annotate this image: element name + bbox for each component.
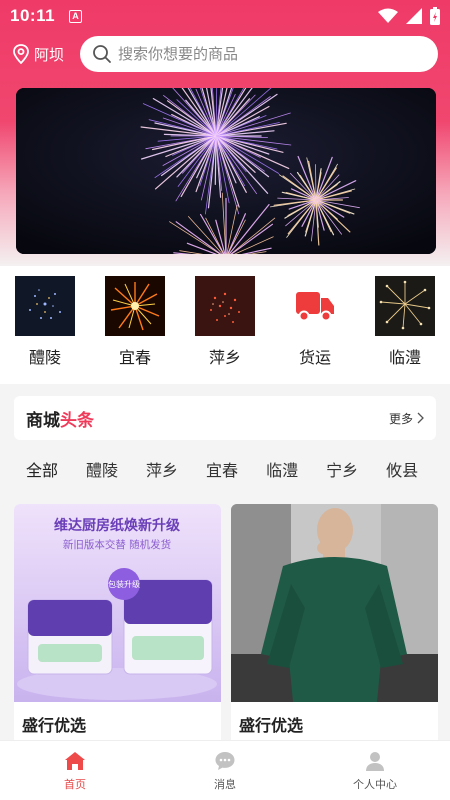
tab-all[interactable]: 全部 (26, 457, 58, 485)
location-label: 阿坝 (34, 45, 65, 64)
category-label: 货运 (298, 348, 331, 367)
category-item-linli[interactable]: 临澧 (375, 276, 435, 384)
headline-title: 商城头条 (26, 406, 94, 431)
tab-liling[interactable]: 醴陵 (86, 457, 118, 485)
nav-label: 消息 (214, 777, 236, 791)
product-image-heading: 维达厨房纸焕新升级 (54, 517, 181, 534)
category-item-pingxiang[interactable]: 萍乡 (195, 276, 255, 384)
user-icon (366, 751, 384, 771)
location-pin-icon (13, 44, 29, 64)
truck-icon (296, 292, 334, 322)
search-box[interactable] (80, 36, 438, 72)
battery-icon (430, 7, 440, 25)
product-card[interactable]: 盛行优选 (231, 504, 438, 746)
category-item-freight[interactable]: 货运 (285, 276, 345, 384)
mall-headline-bar: 商城头条 更多 (14, 396, 436, 440)
headline-title-part2: 头条 (60, 410, 94, 431)
promo-banner[interactable] (16, 88, 436, 254)
product-card[interactable]: 维达厨房纸焕新升级 新旧版本交替 随机发货 包装升级 盛行优选 (14, 504, 221, 746)
nav-profile[interactable]: 个人中心 (300, 741, 450, 800)
search-icon (93, 45, 111, 63)
status-bar: 10:11 A (0, 0, 450, 32)
product-image-tissue: 维达厨房纸焕新升级 新旧版本交替 随机发货 包装升级 (14, 504, 221, 702)
category-label: 萍乡 (208, 348, 241, 367)
nav-messages[interactable]: 消息 (150, 741, 300, 800)
location-selector[interactable]: 阿坝 (12, 44, 78, 65)
category-item-yichun[interactable]: 宜春 (105, 276, 165, 384)
wifi-icon (378, 8, 398, 23)
region-tabs: 全部 醴陵 萍乡 宜春 临澧 宁乡 攸县 (0, 448, 450, 494)
message-icon (215, 751, 235, 770)
tab-youxian[interactable]: 攸县 (386, 457, 418, 485)
tab-yichun[interactable]: 宜春 (206, 457, 238, 485)
nav-home[interactable]: 首页 (0, 741, 150, 800)
category-image (375, 276, 435, 336)
product-image-badge: 包装升级 (108, 579, 140, 589)
category-image (15, 276, 75, 336)
category-image (195, 276, 255, 336)
home-icon (65, 751, 85, 770)
banner-fireworks-image (16, 88, 436, 254)
tab-linli[interactable]: 临澧 (266, 457, 298, 485)
product-image-tshirt (231, 504, 438, 702)
notification-icon: A (69, 9, 83, 23)
search-input[interactable] (118, 45, 398, 63)
signal-icon (406, 8, 422, 24)
category-row: 醴陵 宜春 萍乡 货运 临澧 (0, 266, 450, 384)
category-item-liling[interactable]: 醴陵 (15, 276, 75, 384)
product-grid: 维达厨房纸焕新升级 新旧版本交替 随机发货 包装升级 盛行优选 盛行优选 (14, 504, 438, 746)
bottom-navigation: 首页 消息 个人中心 (0, 740, 450, 800)
chevron-right-icon (417, 412, 424, 424)
category-label: 宜春 (118, 348, 151, 367)
category-label: 临澧 (388, 348, 421, 367)
headline-title-part1: 商城 (26, 410, 60, 431)
status-time: 10:11 (10, 6, 56, 25)
category-image (285, 276, 345, 336)
nav-label: 个人中心 (353, 777, 397, 791)
more-label: 更多 (388, 411, 413, 426)
category-image (105, 276, 165, 336)
more-link[interactable]: 更多 (389, 410, 424, 427)
tab-pingxiang[interactable]: 萍乡 (146, 457, 178, 485)
search-row: 阿坝 (0, 34, 450, 74)
status-icons (378, 7, 440, 25)
tab-ningxiang[interactable]: 宁乡 (326, 457, 358, 485)
product-image-subheading: 新旧版本交替 随机发货 (63, 538, 171, 551)
category-label: 醴陵 (28, 348, 61, 367)
nav-label: 首页 (64, 777, 86, 791)
